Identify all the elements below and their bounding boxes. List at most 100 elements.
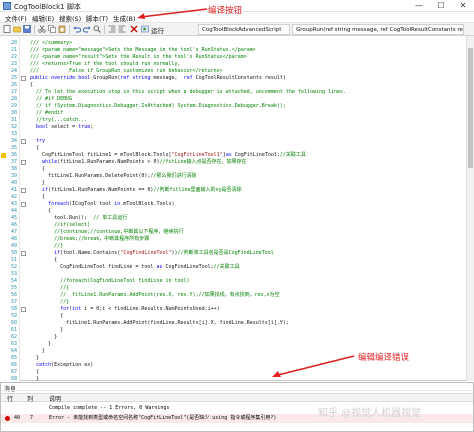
toolbar-separator bbox=[69, 25, 70, 34]
code-line[interactable]: { bbox=[30, 145, 39, 152]
code-line[interactable]: // #endif bbox=[30, 110, 63, 117]
run-button[interactable]: 运行 bbox=[151, 25, 164, 35]
undo-icon[interactable] bbox=[73, 25, 81, 33]
member-selector[interactable]: GroupRun(ref string message, ref CogTool… bbox=[292, 24, 464, 35]
save-icon[interactable] bbox=[23, 25, 31, 33]
column-header-desc[interactable]: 说明 bbox=[49, 394, 61, 403]
code-line[interactable]: try bbox=[30, 138, 45, 145]
code-line[interactable]: // To let the execution stop in this scr… bbox=[30, 89, 346, 96]
fold-toggle-icon[interactable] bbox=[21, 160, 26, 165]
compile-errors-callout: 编辑编译错误 bbox=[268, 351, 468, 381]
window-title: CogToolBlock1 脚本 bbox=[14, 3, 81, 11]
code-line[interactable]: { bbox=[30, 208, 51, 215]
code-line[interactable]: CogFindLineTool findLine = tool as CogFi… bbox=[30, 264, 240, 271]
fold-toggle-icon[interactable] bbox=[21, 202, 26, 207]
line-number: 43 bbox=[10, 201, 17, 207]
code-line[interactable]: } bbox=[30, 341, 51, 348]
code-line[interactable]: /// </summary> bbox=[30, 40, 72, 47]
fold-toggle-icon[interactable] bbox=[21, 188, 26, 193]
code-line[interactable]: //if(select) bbox=[30, 222, 90, 229]
code-line[interactable]: { bbox=[30, 369, 39, 376]
code-line[interactable]: // fitLine1.RunParams.AddPoint(res.X, re… bbox=[30, 292, 280, 299]
code-line[interactable]: for(int i = 0;i < findLine.Results.NumPo… bbox=[30, 306, 220, 313]
menu-search[interactable]: 搜索(S) bbox=[59, 13, 81, 23]
code-line[interactable]: } bbox=[30, 355, 39, 362]
paste-icon[interactable] bbox=[58, 25, 66, 33]
code-line[interactable]: } bbox=[30, 327, 63, 334]
fold-toggle-icon[interactable] bbox=[21, 251, 26, 256]
column-header-line[interactable]: 行 bbox=[7, 394, 13, 403]
find-icon[interactable] bbox=[93, 25, 101, 33]
code-line[interactable]: while(fitLine1.RunParams.NumPoints > 0)/… bbox=[30, 159, 247, 166]
line-number: 40 bbox=[10, 180, 17, 186]
code-line[interactable]: { bbox=[30, 313, 63, 320]
line-number: 24 bbox=[10, 68, 17, 74]
code-line[interactable]: CogFitLineTool fitLine1 = mToolBlock.Too… bbox=[30, 152, 306, 159]
new-file-icon[interactable] bbox=[3, 25, 11, 33]
code-line[interactable]: //} bbox=[30, 299, 69, 306]
code-line[interactable]: { bbox=[30, 257, 57, 264]
code-line[interactable]: // #if DEBUG bbox=[30, 96, 72, 103]
compile-icon[interactable] bbox=[130, 25, 138, 33]
line-number: 58 bbox=[10, 306, 17, 312]
code-line[interactable]: fitLine1.RunParams.DeletePoint(0);//那么我们… bbox=[30, 173, 196, 180]
menu-build[interactable]: 生成(B) bbox=[113, 13, 136, 23]
code-line[interactable]: catch(Exception ex) bbox=[30, 362, 93, 369]
code-line[interactable]: { bbox=[30, 166, 45, 173]
code-line[interactable]: //try{...catch... bbox=[30, 117, 87, 124]
compile-errors-callout-label: 编辑编译错误 bbox=[358, 353, 410, 363]
fold-toggle-icon[interactable] bbox=[21, 76, 26, 81]
maximize-button[interactable]: ☐ bbox=[430, 0, 452, 12]
redo-icon[interactable] bbox=[83, 25, 91, 33]
line-number: 37 bbox=[10, 159, 17, 165]
menu-script[interactable]: 脚本(T) bbox=[86, 13, 108, 23]
code-line[interactable]: //{continue;//continue,中断其以下程序，继续执行 bbox=[30, 229, 183, 236]
cut-icon[interactable] bbox=[38, 25, 46, 33]
menu-edit[interactable]: 编辑(E) bbox=[32, 13, 54, 23]
copy-icon[interactable] bbox=[48, 25, 56, 33]
code-line[interactable]: //{ bbox=[30, 285, 69, 292]
indent-icon[interactable] bbox=[108, 25, 116, 33]
code-line[interactable]: { bbox=[30, 194, 45, 201]
code-line[interactable]: } bbox=[30, 348, 45, 355]
code-line[interactable]: /// <param name="result">Sets the Result… bbox=[30, 54, 247, 61]
code-line[interactable]: fitLine1.RunParams.AddPoint(findLine.Res… bbox=[30, 320, 289, 327]
menu-file[interactable]: 文件(F) bbox=[5, 13, 27, 23]
line-number: 34 bbox=[10, 138, 17, 144]
line-number: 53 bbox=[10, 271, 17, 277]
code-line[interactable]: } bbox=[30, 334, 57, 341]
code-editor[interactable]: 20 21 22 23 24 25 26 27 28 29 30 31 32 33 34 35 36 37 38 39… bbox=[0, 36, 474, 382]
line-number: 47 bbox=[10, 229, 17, 235]
line-number: 62 bbox=[10, 334, 17, 340]
close-button[interactable]: ✕ bbox=[452, 0, 474, 12]
code-line[interactable]: /// <param name="message">Sets the Messa… bbox=[30, 47, 256, 54]
code-line[interactable]: } bbox=[30, 180, 45, 187]
minimize-button[interactable]: — bbox=[408, 0, 430, 12]
class-selector[interactable]: CogToolBlockAdvancedScript bbox=[198, 24, 290, 35]
code-line[interactable]: foreach(ICogTool tool in mToolBlock.Tool… bbox=[30, 201, 174, 208]
fold-toggle-icon[interactable] bbox=[21, 139, 26, 144]
line-number: 52 bbox=[10, 264, 17, 270]
code-line[interactable]: /// <returns>True if the tool should run… bbox=[30, 61, 181, 68]
code-line[interactable]: public override bool GroupRun(ref string… bbox=[30, 75, 286, 82]
code-line[interactable]: tool.Run(); // 单工具运行 bbox=[30, 215, 127, 222]
code-line[interactable]: //foreach(CogFindLineTool findLine in to… bbox=[30, 278, 189, 285]
vertical-scrollbar[interactable] bbox=[466, 36, 474, 381]
line-number: 26 bbox=[10, 82, 17, 88]
code-line[interactable]: // if (System.Diagnostics.Debugger.IsAtt… bbox=[30, 103, 286, 110]
open-folder-icon[interactable] bbox=[13, 25, 21, 33]
compile-button-callout: 编译按钮 bbox=[137, 3, 242, 19]
outdent-icon[interactable] bbox=[118, 25, 126, 33]
code-line[interactable]: //break;//break，中断其程序所有步骤 bbox=[30, 236, 149, 243]
code-line[interactable]: //} bbox=[30, 243, 63, 250]
fold-toggle-icon[interactable] bbox=[21, 307, 26, 312]
error-icon bbox=[5, 416, 10, 421]
code-line[interactable]: bool select = true; bbox=[30, 124, 93, 131]
code-line[interactable]: /// False if GroupRun customizes run beh… bbox=[30, 68, 223, 75]
code-line[interactable]: if(fitLine1.RunParams.NumPoints == 0)//判… bbox=[30, 187, 242, 194]
run-icon[interactable] bbox=[141, 25, 149, 33]
code-line[interactable]: if(tool.Name.Contains("CogFindLineTool")… bbox=[30, 250, 274, 257]
column-header-col[interactable]: 列 bbox=[27, 394, 33, 403]
code-line[interactable]: { bbox=[30, 82, 33, 89]
scrollbar-thumb[interactable] bbox=[468, 48, 473, 168]
